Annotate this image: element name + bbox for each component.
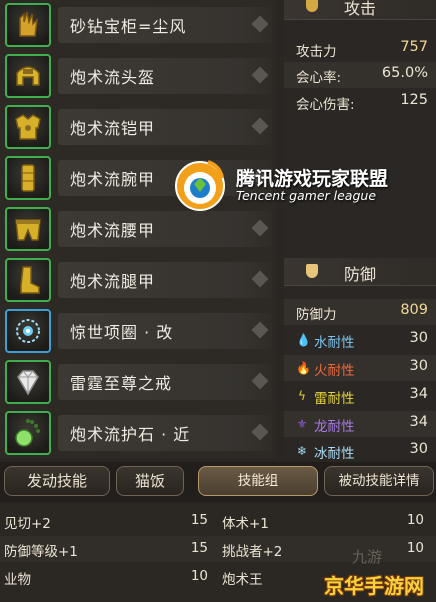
stat-row-defense: 防御力 809 [284,299,436,325]
skill-row: 见切+2 15 体术+1 10 [0,508,436,534]
tab-bar: 发动技能 猫饭 技能组 被动技能详情 [0,462,436,502]
faint-watermark: 九游 [352,548,383,566]
stats-panel: 攻击 攻击力 757 会心率: 65.0% 会心伤害: 125 防御 防御力 8… [284,0,436,462]
stat-label: 攻击力 [296,44,337,60]
stat-row-crit-damage: 会心伤害: 125 [284,89,436,115]
gauntlet-icon [5,3,51,47]
res-label: 冰耐性 [314,446,355,462]
equipment-row-armor[interactable]: 炮术流铠甲 [0,102,276,152]
res-label: 火耐性 [314,363,355,379]
tab-passive-skill-details[interactable]: 被动技能详情 [324,466,434,496]
tab-active-skills[interactable]: 发动技能 [4,466,110,496]
equipment-name: 雷霆至尊之戒 [70,374,173,393]
skill-points: 15 [190,512,208,528]
stat-row-water-res: 💧 水耐性 30 [284,327,436,353]
skill-points: 10 [406,540,424,556]
fire-icon: 🔥 [296,361,311,375]
equipment-row-charm[interactable]: 炮术流护石 · 近 [0,408,276,458]
stat-value: 34 [409,414,428,430]
defense-header: 防御 [284,258,436,286]
skill-name: 体术+1 [222,516,269,532]
attack-title: 攻击 [344,0,377,18]
waist-icon [5,207,51,251]
defense-title: 防御 [344,265,377,284]
equipment-row-weapon[interactable]: 砂钻宝柜=尘风 [0,0,276,50]
equipment-name: 炮术流腰甲 [70,221,156,240]
sword-icon [306,0,318,12]
skill-name: 挑战者+2 [222,544,283,560]
equipment-name: 炮术流头盔 [70,68,156,87]
stat-value: 30 [409,358,428,374]
res-label: 龙耐性 [314,419,355,435]
equipment-row-helmet[interactable]: 炮术流头盔 [0,51,276,101]
equipment-name: 炮术流腿甲 [70,272,156,291]
tencent-logo-icon [175,160,225,211]
stat-row-attack: 攻击力 757 [284,36,436,62]
site-logo: 京华手游网 [324,574,424,598]
equipment-name: 炮术流铠甲 [70,119,156,138]
equipment-name: 惊世项圈 · 改 [70,323,174,342]
stat-label: 会心率: [296,70,342,86]
equipment-list: 砂钻宝柜=尘风 炮术流头盔 炮术流铠甲 炮术流腕甲 炮术流腰甲 炮术流腿甲 惊世… [0,0,276,458]
armor-icon [5,105,51,149]
equipment-row-ring[interactable]: 雷霆至尊之戒 [0,357,276,407]
diamond-ring-icon [5,360,51,404]
watermark-title: 腾讯游戏玩家联盟 [236,168,389,190]
skill-points: 10 [190,568,208,584]
bracer-icon [5,156,51,200]
stat-row-fire-res: 🔥 火耐性 30 [284,355,436,381]
stat-row-thunder-res: ϟ 雷耐性 34 [284,383,436,409]
equipment-row-waist[interactable]: 炮术流腰甲 [0,204,276,254]
stat-row-crit-rate: 会心率: 65.0% [284,62,436,88]
thunder-icon: ϟ [298,389,306,403]
tab-skill-group[interactable]: 技能组 [198,466,318,496]
equipment-name: 炮术流腕甲 [70,170,156,189]
stat-value: 809 [400,302,428,318]
skill-name: 见切+2 [4,516,51,532]
ice-icon: ❄ [296,444,308,458]
skill-name: 防御等级+1 [4,544,78,560]
water-drop-icon: 💧 [296,333,311,347]
stat-value: 30 [409,441,428,457]
necklace-icon [5,309,51,353]
stat-label: 防御力 [296,307,337,323]
stat-value: 30 [409,330,428,346]
skill-name: 炮术王 [222,572,263,588]
greaves-icon [5,258,51,302]
tab-cat-meal[interactable]: 猫饭 [116,466,184,496]
dragon-icon: ⚜ [296,417,308,431]
skill-name: 业物 [4,572,31,588]
watermark-subtitle: Tencent gamer league [236,188,377,203]
equipment-name: 炮术流护石 · 近 [70,425,191,444]
stat-value: 125 [400,92,428,108]
helmet-icon [5,54,51,98]
stat-row-dragon-res: ⚜ 龙耐性 34 [284,411,436,437]
stat-value: 65.0% [381,65,428,81]
res-label: 雷耐性 [314,391,355,407]
attack-header: 攻击 [284,0,436,20]
stat-row-ice-res: ❄ 冰耐性 30 [284,438,436,464]
equipment-row-bracer[interactable]: 炮术流腕甲 [0,153,276,203]
skill-points: 15 [190,540,208,556]
equipment-row-legs[interactable]: 炮术流腿甲 [0,255,276,305]
charm-icon [5,411,51,455]
equipment-name: 砂钻宝柜=尘风 [70,17,187,36]
res-label: 水耐性 [314,335,355,351]
stat-value: 757 [400,39,428,55]
stat-label: 会心伤害: [296,97,355,113]
stat-value: 34 [409,386,428,402]
shield-icon [306,264,318,278]
equipment-row-necklace[interactable]: 惊世项圈 · 改 [0,306,276,356]
skill-points: 10 [406,512,424,528]
